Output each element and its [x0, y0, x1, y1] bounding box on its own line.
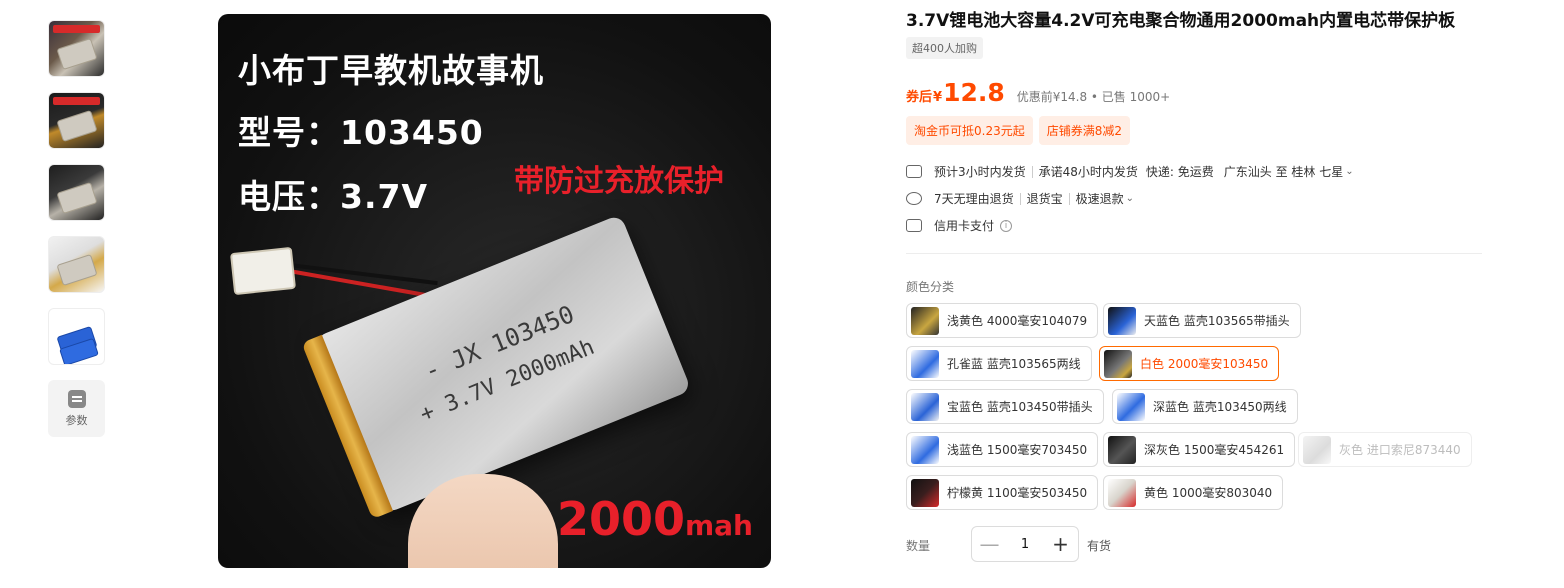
payment-row: 信用卡支付 i — [906, 217, 1013, 234]
delivery-promise: 承诺48小时内发货 — [1038, 165, 1138, 179]
thumbnail-2[interactable] — [48, 92, 105, 149]
quantity-minus-button[interactable]: — — [972, 527, 1007, 561]
delivery-row: 预计3小时内发货 承诺48小时内发货 快递: 免运费 广东汕头 至 桂林 七星 … — [906, 163, 1354, 180]
sku-thumbnail — [1117, 392, 1145, 421]
thumbnail-1[interactable] — [48, 20, 105, 77]
return-insurance: 退货宝 — [1026, 192, 1063, 206]
sku-thumbnail — [911, 478, 939, 507]
sku-label: 浅蓝色 1500毫安703450 — [947, 443, 1088, 457]
connector-plug — [229, 246, 297, 296]
sku-label: 宝蓝色 蓝壳103450带插头 — [947, 400, 1093, 414]
sku-option[interactable]: 黄色 1000毫安803040 — [1103, 475, 1284, 510]
hero-capacity: 2000mah — [557, 492, 753, 546]
credit-card-payment: 信用卡支付 — [934, 219, 995, 233]
sku-option[interactable]: 浅黄色 4000毫安104079 — [906, 303, 1099, 338]
price-value: 12.8 — [943, 78, 1005, 107]
hero-warning: 带防过充放保护 — [514, 164, 724, 199]
currency-symbol: ¥ — [933, 90, 943, 105]
sku-label: 柠檬黄 1100毫安503450 — [947, 486, 1088, 500]
sku-thumbnail — [1108, 435, 1136, 464]
hero-line-1: 小布丁早教机故事机 — [238, 51, 544, 90]
return-7-days: 7天无理由退货 — [934, 192, 1014, 206]
sku-option-selected[interactable]: 白色 2000毫安103450 — [1099, 346, 1280, 381]
thumbnail-5[interactable] — [48, 308, 105, 365]
sku-option[interactable]: 深蓝色 蓝壳103450两线 — [1112, 389, 1298, 424]
quantity-label: 数量 — [906, 539, 931, 553]
coupon-taojinbi[interactable]: 淘金币可抵0.23元起 — [906, 116, 1033, 145]
color-category-label: 颜色分类 — [906, 280, 955, 294]
return-row: 7天无理由退货 退货宝 极速退款 ⌄ — [906, 190, 1134, 207]
thumbnail-4[interactable] — [48, 236, 105, 293]
original-price-sold: 优惠前¥14.8 • 已售 1000+ — [1016, 90, 1171, 104]
battery-cell: - JX 103450 + 3.7V 2000mAh — [301, 214, 692, 520]
thumbnail-3[interactable] — [48, 164, 105, 221]
sku-label: 灰色 进口索尼873440 — [1339, 443, 1461, 457]
main-product-image[interactable]: 小布丁早教机故事机 型号：103450 电压：3.7V 带防过充放保护 - JX… — [218, 14, 771, 568]
sku-option[interactable]: 深灰色 1500毫安454261 — [1103, 432, 1296, 467]
sku-thumbnail — [1303, 435, 1331, 464]
sku-option-disabled: 灰色 进口索尼873440 — [1298, 432, 1472, 467]
sku-thumbnail — [1108, 478, 1136, 507]
fast-refund[interactable]: 极速退款 — [1076, 190, 1124, 207]
sku-label: 孔雀蓝 蓝壳103565两线 — [947, 357, 1081, 371]
delivery-estimate: 预计3小时内发货 — [934, 165, 1026, 179]
chevron-down-icon[interactable]: ⌄ — [1345, 166, 1353, 177]
sku-option[interactable]: 浅蓝色 1500毫安703450 — [906, 432, 1099, 467]
sku-option[interactable]: 宝蓝色 蓝壳103450带插头 — [906, 389, 1104, 424]
sku-label: 天蓝色 蓝壳103565带插头 — [1144, 314, 1290, 328]
info-icon[interactable]: i — [1000, 219, 1013, 232]
credit-card-icon — [906, 219, 922, 232]
product-page: 参数 小布丁早教机故事机 型号：103450 电压：3.7V 带防过充放保护 -… — [0, 0, 1564, 588]
sku-thumbnail — [1108, 306, 1136, 335]
thumbnail-gallery: 参数 — [48, 20, 106, 437]
shipping-route[interactable]: 广东汕头 至 桂林 七星 — [1224, 163, 1343, 180]
sku-label: 深蓝色 蓝壳103450两线 — [1153, 400, 1287, 414]
stock-status: 有货 — [1087, 539, 1112, 553]
params-button[interactable]: 参数 — [48, 380, 105, 437]
sku-thumbnail — [911, 306, 939, 335]
hero-line-2: 型号：103450 — [238, 113, 484, 152]
shield-icon — [906, 192, 922, 205]
coupon-store[interactable]: 店铺券满8减2 — [1038, 116, 1131, 145]
price-row: 券后 ¥ 12.8 优惠前¥14.8 • 已售 1000+ — [906, 78, 1170, 107]
buying-badge: 超400人加购 — [906, 37, 983, 59]
sku-label: 黄色 1000毫安803040 — [1144, 486, 1273, 500]
capacity-unit: mah — [684, 509, 753, 542]
sku-thumbnail — [911, 392, 939, 421]
truck-icon — [906, 165, 922, 178]
hero-line-3: 电压：3.7V — [238, 177, 428, 216]
quantity-stepper: — + — [971, 526, 1079, 562]
sku-label: 深灰色 1500毫安454261 — [1144, 443, 1285, 457]
sku-label: 浅黄色 4000毫安104079 — [947, 314, 1088, 328]
sku-thumbnail — [911, 435, 939, 464]
shipping-fee: 快递: 免运费 — [1145, 165, 1214, 179]
sku-thumbnail — [1104, 349, 1132, 378]
sku-thumbnail — [911, 349, 939, 378]
params-icon — [67, 389, 86, 408]
coupon-list: 淘金币可抵0.23元起 店铺券满8减2 — [906, 116, 1131, 145]
sku-option[interactable]: 孔雀蓝 蓝壳103565两线 — [906, 346, 1092, 381]
product-title: 3.7V锂电池大容量4.2V可充电聚合物通用2000mah内置电芯带保护板 — [906, 11, 1456, 31]
quantity-plus-button[interactable]: + — [1043, 527, 1078, 561]
section-divider — [906, 253, 1482, 254]
sku-label: 白色 2000毫安103450 — [1140, 357, 1269, 371]
chevron-down-icon[interactable]: ⌄ — [1126, 193, 1134, 204]
sku-option[interactable]: 天蓝色 蓝壳103565带插头 — [1103, 303, 1301, 338]
params-label: 参数 — [65, 413, 88, 427]
sku-option[interactable]: 柠檬黄 1100毫安503450 — [906, 475, 1099, 510]
capacity-number: 2000 — [556, 492, 685, 546]
price-label: 券后 — [906, 90, 933, 105]
quantity-input[interactable] — [1007, 536, 1043, 552]
